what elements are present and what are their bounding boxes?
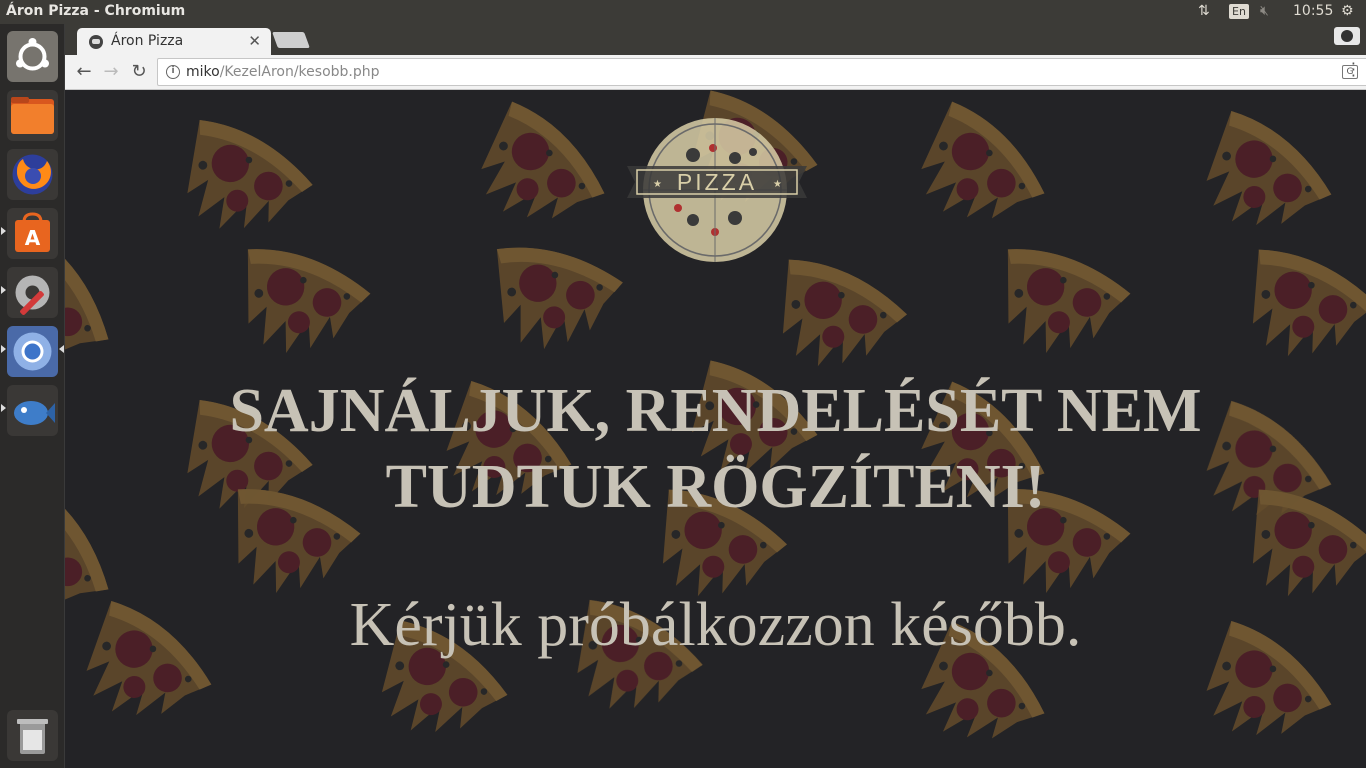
running-indicator <box>1 227 6 235</box>
active-indicator <box>59 345 64 353</box>
system-settings-icon[interactable] <box>7 267 58 318</box>
pizza-logo: ★ ★ PIZZA <box>627 118 807 262</box>
back-icon[interactable]: ← <box>73 61 95 83</box>
power-settings-icon[interactable]: ⚙ <box>1341 3 1354 19</box>
volume-muted-icon[interactable]: 🔇︎ <box>1260 3 1269 19</box>
error-headline: SAJNÁLJUK, RENDELÉSÉT NEM TUDTUK RÖGZÍTE… <box>65 373 1366 525</box>
headline-line-1: SAJNÁLJUK, RENDELÉSÉT NEM <box>229 377 1202 445</box>
tab-aron-pizza[interactable]: Áron Pizza ✕ <box>77 28 271 55</box>
retry-message: Kérjük próbálkozzon később. <box>349 591 1082 659</box>
software-center-icon[interactable]: A <box>7 208 58 259</box>
network-icon[interactable]: ⇅ <box>1198 3 1210 19</box>
shotwell-icon[interactable] <box>7 385 58 436</box>
window-title: Áron Pizza - Chromium <box>6 3 186 19</box>
firefox-icon[interactable] <box>7 149 58 200</box>
close-tab-icon[interactable]: ✕ <box>248 32 261 50</box>
forward-icon[interactable]: → <box>100 61 122 83</box>
clock[interactable]: 10:55 <box>1293 3 1333 19</box>
running-indicator <box>1 345 6 353</box>
profile-icon[interactable] <box>1334 27 1360 45</box>
svg-text:★: ★ <box>773 179 782 190</box>
menu-icon[interactable]: · · · <box>1351 56 1356 84</box>
running-indicator <box>1 404 6 412</box>
site-info-icon[interactable]: i <box>166 65 180 79</box>
tab-title: Áron Pizza <box>111 33 184 49</box>
url-host: miko <box>186 64 220 80</box>
logo-text: PIZZA <box>677 169 757 195</box>
reload-icon[interactable]: ↻ <box>128 61 150 83</box>
running-indicator <box>1 286 6 294</box>
svg-text:A: A <box>25 226 41 250</box>
url-path: /KezelAron/kesobb.php <box>219 64 380 80</box>
trash-icon[interactable] <box>7 710 58 761</box>
browser-chrome: Áron Pizza ✕ ← → ↻ i miko/KezelAron/keso… <box>65 24 1366 90</box>
system-top-panel: Áron Pizza - Chromium ⇅ En 🔇︎ 10:55 ⚙ <box>0 0 1366 24</box>
svg-text:★: ★ <box>653 179 662 190</box>
keyboard-layout-indicator[interactable]: En <box>1229 4 1249 19</box>
new-tab-button[interactable] <box>272 32 310 48</box>
favicon-icon <box>89 35 103 49</box>
files-icon[interactable] <box>7 90 58 141</box>
page-content: ★ ★ PIZZA SAJNÁLJUK, RENDELÉSÉT NEM TUDT… <box>65 90 1366 768</box>
headline-line-2: TUDTUK RÖGZÍTENI! <box>385 453 1046 521</box>
chromium-icon[interactable] <box>7 326 58 377</box>
toolbar: ← → ↻ i miko/KezelAron/kesobb.php G ☆ ··… <box>65 55 1366 90</box>
address-bar[interactable]: i miko/KezelAron/kesobb.php G ☆ <box>157 58 1366 86</box>
ubuntu-dash-icon[interactable] <box>7 31 58 82</box>
url-text[interactable]: miko/KezelAron/kesobb.php <box>186 64 380 80</box>
launcher: A <box>0 24 65 768</box>
